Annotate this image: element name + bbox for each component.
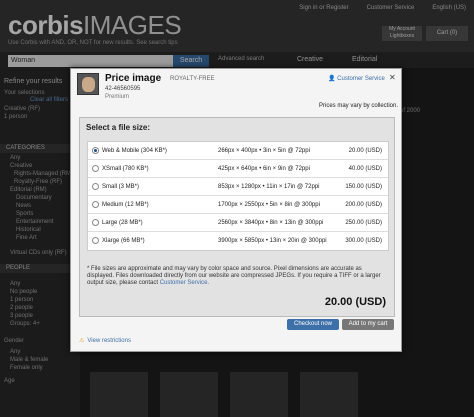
close-icon[interactable]: ✕	[389, 73, 396, 82]
dialog-title: Price image	[105, 73, 162, 84]
select-size-heading: Select a file size:	[86, 123, 151, 132]
radio-button[interactable]	[92, 165, 99, 172]
image-id: 42-46560595	[105, 86, 141, 92]
size-option[interactable]: XSmall (780 KB*) 425px × 640px • 6in × 9i…	[88, 160, 388, 178]
file-size-panel: Select a file size: Web & Mobile (304 KB…	[79, 117, 395, 317]
radio-button[interactable]	[92, 147, 99, 154]
radio-button[interactable]	[92, 183, 99, 190]
collection-label: Premium	[105, 94, 130, 100]
view-restrictions-link[interactable]: ⚠ View restrictions	[79, 337, 131, 344]
radio-button[interactable]	[92, 201, 99, 208]
image-thumbnail	[77, 73, 99, 95]
license-type: ROYALTY-FREE	[170, 76, 215, 82]
add-to-cart-button[interactable]: Add to my cart	[342, 319, 394, 330]
price-vary-note: Prices may vary by collection.	[319, 103, 399, 109]
checkout-button[interactable]: Checkout now	[287, 319, 339, 330]
size-option[interactable]: Large (28 MB*) 2560px × 3840px • 8in × 13…	[88, 214, 388, 232]
radio-button[interactable]	[92, 219, 99, 226]
size-option[interactable]: Xlarge (66 MB*) 3900px × 5850px • 13in × …	[88, 232, 388, 250]
file-size-footnote: * File sizes are approximate and may var…	[87, 266, 381, 286]
price-image-dialog: Price image ROYALTY-FREE 42-46560595 Pre…	[70, 68, 402, 352]
size-option[interactable]: Medium (12 MB*) 1700px × 2550px • 5in × 8…	[88, 196, 388, 214]
size-option[interactable]: Web & Mobile (304 KB*) 266px × 400px • 3i…	[88, 142, 388, 160]
size-option[interactable]: Small (3 MB*) 853px × 1280px • 11in × 17i…	[88, 178, 388, 196]
customer-service-link[interactable]: Customer Service.	[160, 280, 209, 286]
radio-button[interactable]	[92, 237, 99, 244]
total-price: 20.00 (USD)	[324, 296, 386, 308]
customer-service-icon: 👤	[328, 76, 336, 82]
customer-service-link[interactable]: 👤 Customer Service	[328, 75, 385, 82]
size-options-list: Web & Mobile (304 KB*) 266px × 400px • 3i…	[87, 141, 389, 251]
warning-icon: ⚠	[79, 338, 85, 344]
